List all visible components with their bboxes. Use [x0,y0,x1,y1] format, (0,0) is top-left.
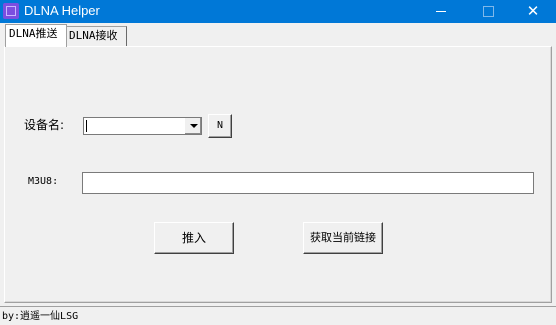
maximize-button[interactable] [464,0,510,23]
close-button[interactable]: ✕ [510,0,556,23]
fetch-current-link-button[interactable]: 获取当前链接 [303,222,383,254]
status-bar: by:逍遥一仙LSG [0,306,556,325]
m3u8-label: M3U8: [28,176,59,187]
tab-dlna-push[interactable]: DLNA推送 [5,24,67,47]
n-button[interactable]: N [208,114,232,138]
tab-strip: DLNA推送 DLNA接收 [0,23,556,47]
m3u8-input[interactable] [82,172,534,194]
device-select[interactable] [83,117,202,135]
app-icon [3,3,19,19]
chevron-down-icon[interactable] [184,118,201,134]
title-bar[interactable]: DLNA Helper ✕ [0,0,556,23]
tab-dlna-receive[interactable]: DLNA接收 [66,26,127,47]
minimize-button[interactable] [418,0,464,23]
device-name-label: 设备名: [24,118,65,132]
status-text: by:逍遥一仙LSG [2,311,79,322]
text-caret [86,120,87,132]
window-title: DLNA Helper [24,3,100,18]
push-button[interactable]: 推入 [154,222,234,254]
